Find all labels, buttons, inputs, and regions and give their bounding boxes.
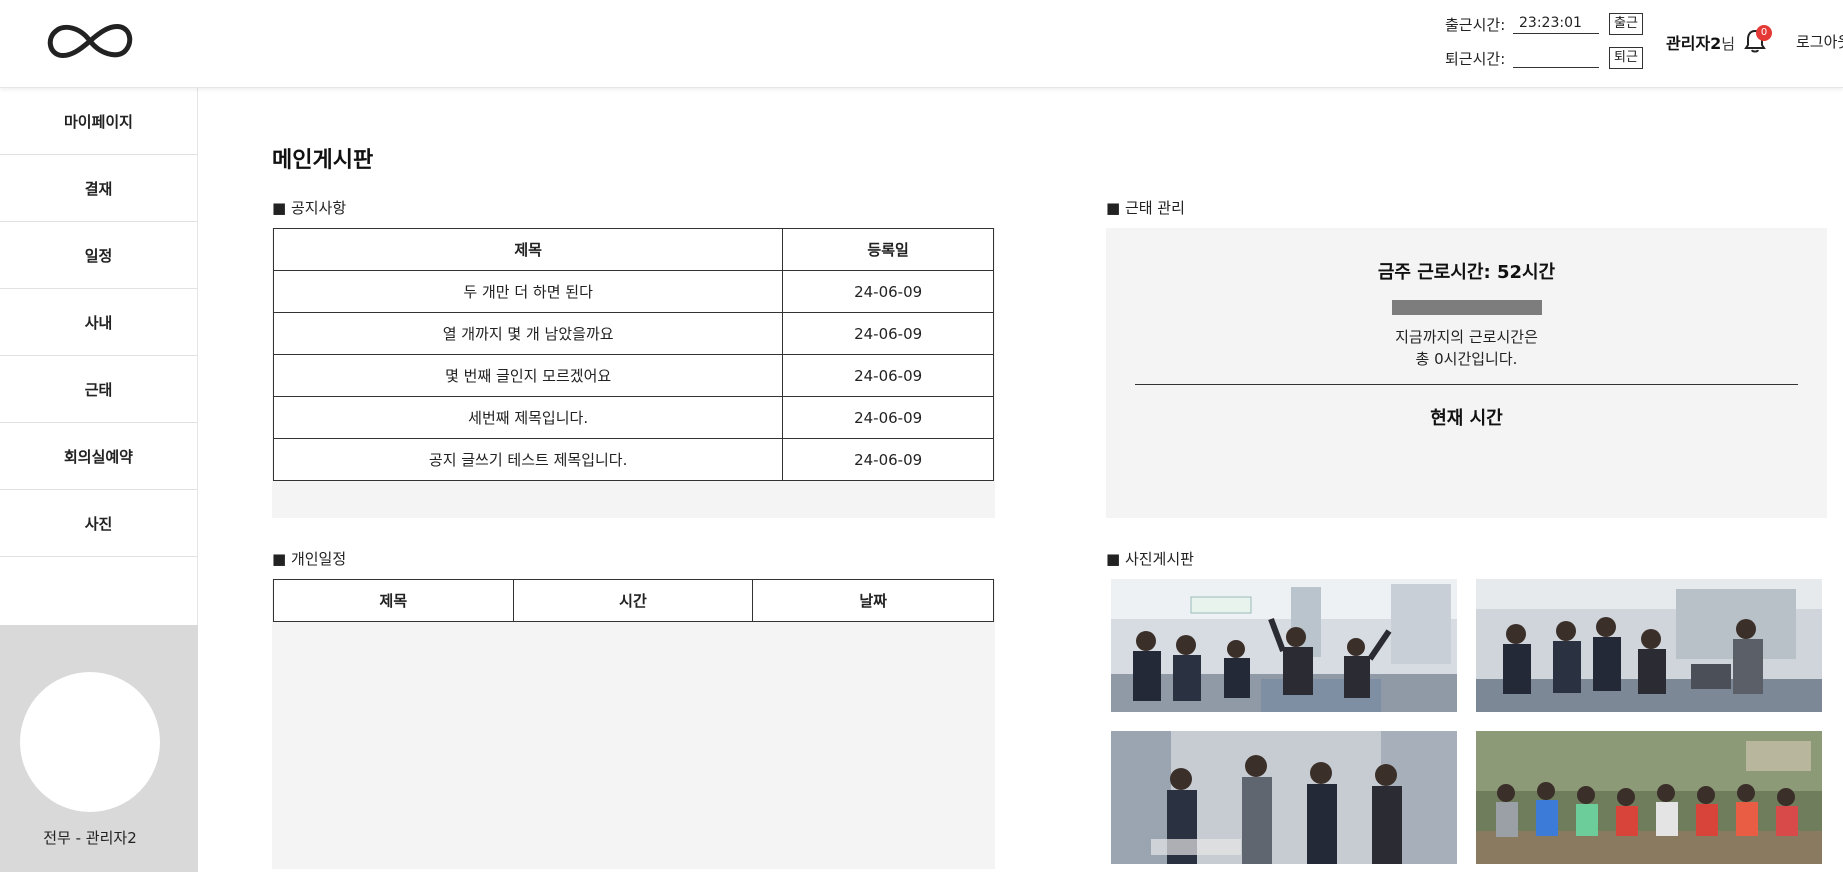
- notice-title[interactable]: 두 개만 더 하면 된다: [272, 270, 784, 313]
- sidebar-item-photos[interactable]: 사진: [0, 490, 197, 557]
- notice-title[interactable]: 열 개까지 몇 개 남았을까요: [272, 312, 784, 355]
- weekly-hours-title: 금주 근로시간: 52시간: [1377, 262, 1556, 283]
- notice-col-date: 등록일: [782, 228, 994, 271]
- profile-panel: 전무 - 관리자2: [0, 625, 198, 872]
- worked-hours-line1: 지금까지의 근로시간은: [1395, 328, 1538, 346]
- notice-title[interactable]: 공지 글쓰기 테스트 제목입니다.: [272, 438, 784, 481]
- photo-thumbnail-1[interactable]: [1111, 579, 1457, 712]
- schedule-col-title: 제목: [273, 579, 514, 622]
- notice-date: 24-06-09: [782, 354, 994, 397]
- table-row[interactable]: 세번째 제목입니다. 24-06-09: [272, 396, 994, 439]
- notice-title[interactable]: 몇 번째 글인지 모르겠어요: [272, 354, 784, 397]
- table-row[interactable]: 몇 번째 글인지 모르겠어요 24-06-09: [272, 354, 994, 397]
- schedule-panel: [272, 579, 995, 869]
- worked-hours-line2: 총 0시간입니다.: [1415, 350, 1518, 368]
- user-name: 관리자2: [1666, 34, 1722, 53]
- page-title: 메인게시판: [272, 148, 374, 173]
- user-greeting: 관리자2님: [1666, 30, 1735, 54]
- photo-section-title: ■ 사진게시판: [1106, 550, 1194, 568]
- attendance-panel: 금주 근로시간: 52시간 지금까지의 근로시간은 총 0시간입니다. 현재 시…: [1106, 228, 1827, 518]
- notice-table: 제목 등록일 두 개만 더 하면 된다 24-06-09 열 개까지 몇 개 남…: [272, 228, 994, 481]
- sidebar-item-meeting-room[interactable]: 회의실예약: [0, 423, 197, 490]
- notice-header-row: 제목 등록일: [272, 228, 994, 271]
- clock-out-time-field: [1513, 46, 1599, 68]
- notice-date: 24-06-09: [782, 396, 994, 439]
- clock-out-button[interactable]: 퇴근: [1609, 47, 1643, 69]
- notice-section-title: ■ 공지사항: [272, 199, 347, 217]
- current-time-label: 현재 시간: [1430, 408, 1503, 429]
- notice-date: 24-06-09: [782, 438, 994, 481]
- schedule-col-date: 날짜: [752, 579, 994, 622]
- photo-thumbnail-3[interactable]: [1111, 731, 1457, 864]
- sidebar-item-schedule[interactable]: 일정: [0, 222, 197, 289]
- notice-title[interactable]: 세번째 제목입니다.: [272, 396, 784, 439]
- user-honorific: 님: [1721, 35, 1736, 53]
- avatar[interactable]: [20, 672, 160, 812]
- schedule-col-time: 시간: [512, 579, 754, 622]
- table-row[interactable]: 공지 글쓰기 테스트 제목입니다. 24-06-09: [272, 438, 994, 481]
- notice-col-title: 제목: [272, 228, 784, 271]
- sidebar: 마이페이지 결재 일정 사내 근태 회의실예약 사진 전무 - 관리자2: [0, 88, 198, 872]
- clock-out-label: 퇴근시간:: [1445, 50, 1506, 68]
- sidebar-item-approval[interactable]: 결재: [0, 155, 197, 222]
- clock-in-label: 출근시간:: [1445, 16, 1506, 34]
- top-header: 출근시간: 23:23:01 출근 퇴근시간: 퇴근 관리자2님 0 로그아웃: [0, 0, 1843, 88]
- clock-in-button[interactable]: 출근: [1609, 13, 1643, 35]
- table-row[interactable]: 열 개까지 몇 개 남았을까요 24-06-09: [272, 312, 994, 355]
- sidebar-item-attendance[interactable]: 근태: [0, 356, 197, 423]
- infinity-icon[interactable]: [44, 18, 136, 64]
- photo-thumbnail-2[interactable]: [1476, 579, 1822, 712]
- attendance-section-title: ■ 근태 관리: [1106, 199, 1185, 217]
- photo-thumbnail-4[interactable]: [1476, 731, 1822, 864]
- clock-in-time-field: 23:23:01: [1513, 12, 1599, 34]
- profile-name: 전무 - 관리자2: [43, 829, 137, 847]
- sidebar-item-mypage[interactable]: 마이페이지: [0, 88, 197, 155]
- logout-link[interactable]: 로그아웃: [1796, 31, 1843, 52]
- notice-date: 24-06-09: [782, 270, 994, 313]
- schedule-header-row: 제목 시간 날짜: [273, 579, 994, 622]
- sidebar-item-company[interactable]: 사내: [0, 289, 197, 356]
- notice-date: 24-06-09: [782, 312, 994, 355]
- schedule-table: 제목 시간 날짜: [273, 579, 994, 622]
- table-row[interactable]: 두 개만 더 하면 된다 24-06-09: [272, 270, 994, 313]
- divider: [1135, 384, 1798, 385]
- work-progress-bar: [1392, 300, 1542, 315]
- notification-count-badge: 0: [1756, 25, 1772, 41]
- schedule-section-title: ■ 개인일정: [272, 550, 347, 568]
